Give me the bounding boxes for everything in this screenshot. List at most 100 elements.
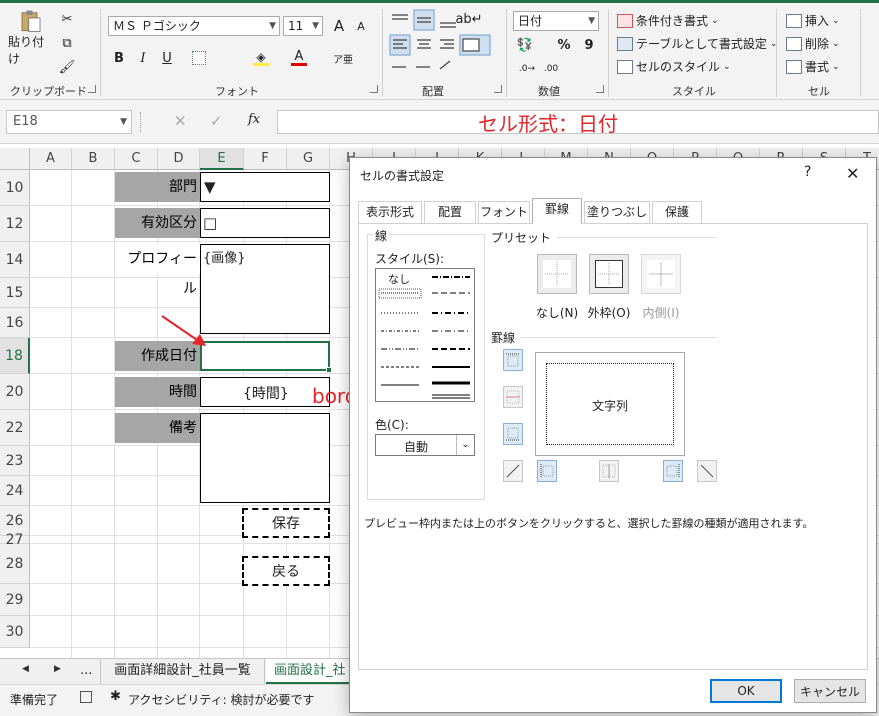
accessibility-status[interactable]: アクセシビリティ: 検討が必要です: [128, 691, 315, 708]
row-header-15[interactable]: 15: [0, 278, 30, 308]
column-header-c[interactable]: C: [115, 148, 158, 170]
conditional-format-button[interactable]: 条件付き書式 ⌄: [617, 12, 719, 29]
column-header-d[interactable]: D: [158, 148, 200, 170]
paste-button[interactable]: 貼り付け: [8, 9, 54, 67]
ok-button[interactable]: OK: [710, 679, 782, 703]
border-inside-vertical-button[interactable]: [599, 460, 619, 482]
preset-outline-button[interactable]: [589, 254, 629, 294]
font-color-button[interactable]: A: [288, 48, 310, 68]
border-bottom-button[interactable]: [503, 423, 523, 445]
preset-none-button[interactable]: [537, 254, 577, 294]
currency-icon[interactable]: 💱: [514, 35, 536, 55]
border-diagonal-up-button[interactable]: [503, 460, 523, 482]
grow-font-button[interactable]: A: [328, 16, 350, 36]
notes-textarea[interactable]: [200, 413, 330, 503]
align-launcher-icon[interactable]: [494, 85, 502, 93]
comma-button[interactable]: 9: [578, 35, 600, 55]
row-header-24[interactable]: 24: [0, 476, 30, 506]
underline-button[interactable]: U: [156, 48, 178, 68]
tab-fill[interactable]: 塗りつぶし: [584, 201, 650, 223]
tab-alignment[interactable]: 配置: [424, 201, 476, 223]
tab-scroll-left-icon[interactable]: ◀: [22, 664, 29, 674]
font-size-value: 11: [288, 19, 304, 33]
cancel-button[interactable]: キャンセル: [794, 679, 866, 703]
row-header-23[interactable]: 23: [0, 446, 30, 476]
comma-icon: 9: [584, 37, 594, 53]
format-as-table-button[interactable]: テーブルとして書式設定 ⌄: [617, 35, 777, 52]
help-icon[interactable]: ?: [804, 164, 811, 180]
copy-icon[interactable]: ⧉: [56, 33, 78, 53]
tab-protection[interactable]: 保護: [652, 201, 702, 223]
line-style-list[interactable]: なし: [375, 268, 475, 402]
row-header-10[interactable]: 10: [0, 170, 30, 206]
sheet-tab-design[interactable]: 画面設計_社: [266, 659, 350, 684]
format-button[interactable]: 書式 ⌄: [786, 58, 840, 75]
insert-button[interactable]: 挿入 ⌄: [786, 12, 840, 29]
row-header-16[interactable]: 16: [0, 308, 30, 338]
row-header-27[interactable]: 27: [0, 532, 30, 548]
row-header-29[interactable]: 29: [0, 584, 30, 616]
line-style-none[interactable]: なし: [388, 271, 410, 287]
preset-inside-button[interactable]: [641, 254, 681, 294]
border-top-button[interactable]: [503, 349, 523, 371]
border-button[interactable]: [188, 48, 210, 68]
confirm-entry-icon[interactable]: ✓: [210, 112, 223, 130]
column-header-e[interactable]: E: [200, 148, 244, 170]
column-header-a[interactable]: A: [30, 148, 72, 170]
row-header-14[interactable]: 14: [0, 242, 30, 278]
border-right-button[interactable]: [663, 460, 683, 482]
valid-checkbox-cell[interactable]: □: [200, 208, 330, 238]
formula-bar-divider: [140, 112, 142, 132]
cut-icon[interactable]: ✂: [56, 9, 78, 29]
font-size-combo[interactable]: 11 ▼: [283, 16, 323, 36]
column-header-g[interactable]: G: [287, 148, 330, 170]
cancel-entry-icon[interactable]: ✕: [174, 112, 187, 130]
border-left-button[interactable]: [537, 460, 557, 482]
color-select[interactable]: 自動 ⌄: [375, 434, 475, 456]
back-button[interactable]: 戻る: [242, 556, 330, 586]
row-header-20[interactable]: 20: [0, 374, 30, 410]
font-launcher-icon[interactable]: [370, 85, 378, 93]
name-box[interactable]: E18 ▼: [6, 110, 132, 134]
border-preview[interactable]: 文字列: [535, 352, 685, 456]
preset-outline-icon: [598, 263, 620, 285]
select-all-corner[interactable]: [0, 148, 30, 170]
save-button[interactable]: 保存: [242, 508, 330, 538]
row-header-18[interactable]: 18: [0, 338, 30, 374]
increase-decimal-icon[interactable]: .0→: [516, 59, 538, 79]
tab-scroll-right-icon[interactable]: ▶: [54, 664, 61, 674]
cell-styles-button[interactable]: セルのスタイル ⌄: [617, 58, 731, 75]
format-painter-icon[interactable]: 🖌: [56, 57, 78, 77]
accessibility-icon[interactable]: ✱: [110, 689, 121, 704]
phonetic-button[interactable]: ア亜: [332, 48, 354, 68]
sheet-tab-list[interactable]: 画面詳細設計_社員一覧: [100, 659, 265, 684]
font-name-combo[interactable]: ＭＳ Ｐゴシック ▼: [108, 16, 280, 36]
tab-font[interactable]: フォント: [478, 201, 530, 223]
row-header-12[interactable]: 12: [0, 206, 30, 242]
tab-border[interactable]: 罫線: [532, 198, 582, 224]
decrease-decimal-icon[interactable]: .00: [540, 59, 562, 79]
row-header-22[interactable]: 22: [0, 410, 30, 446]
row-header-30[interactable]: 30: [0, 616, 30, 648]
border-diagonal-down-button[interactable]: [697, 460, 717, 482]
delete-button[interactable]: 削除 ⌄: [786, 35, 840, 52]
row-header-28[interactable]: 28: [0, 544, 30, 584]
clipboard-launcher-icon[interactable]: [88, 85, 96, 93]
italic-button[interactable]: I: [132, 48, 154, 68]
macro-record-icon[interactable]: [80, 691, 92, 703]
number-launcher-icon[interactable]: [596, 85, 604, 93]
department-dropdown[interactable]: ▼: [200, 172, 330, 202]
shrink-font-button[interactable]: A: [350, 16, 372, 36]
tab-number-format[interactable]: 表示形式: [358, 201, 422, 223]
insert-function-icon[interactable]: fx: [248, 112, 260, 127]
column-header-f[interactable]: F: [244, 148, 287, 170]
fill-color-button[interactable]: ◈: [250, 48, 272, 68]
column-header-b[interactable]: B: [72, 148, 115, 170]
percent-button[interactable]: %: [553, 35, 575, 55]
number-format-combo[interactable]: 日付 ▼: [513, 11, 599, 31]
tab-more-button[interactable]: ...: [80, 663, 92, 678]
wrap-text-icon[interactable]: ab↵: [455, 9, 482, 29]
bold-button[interactable]: B: [108, 48, 130, 68]
close-icon[interactable]: ✕: [846, 164, 859, 183]
border-inside-horizontal-button[interactable]: [503, 386, 523, 408]
